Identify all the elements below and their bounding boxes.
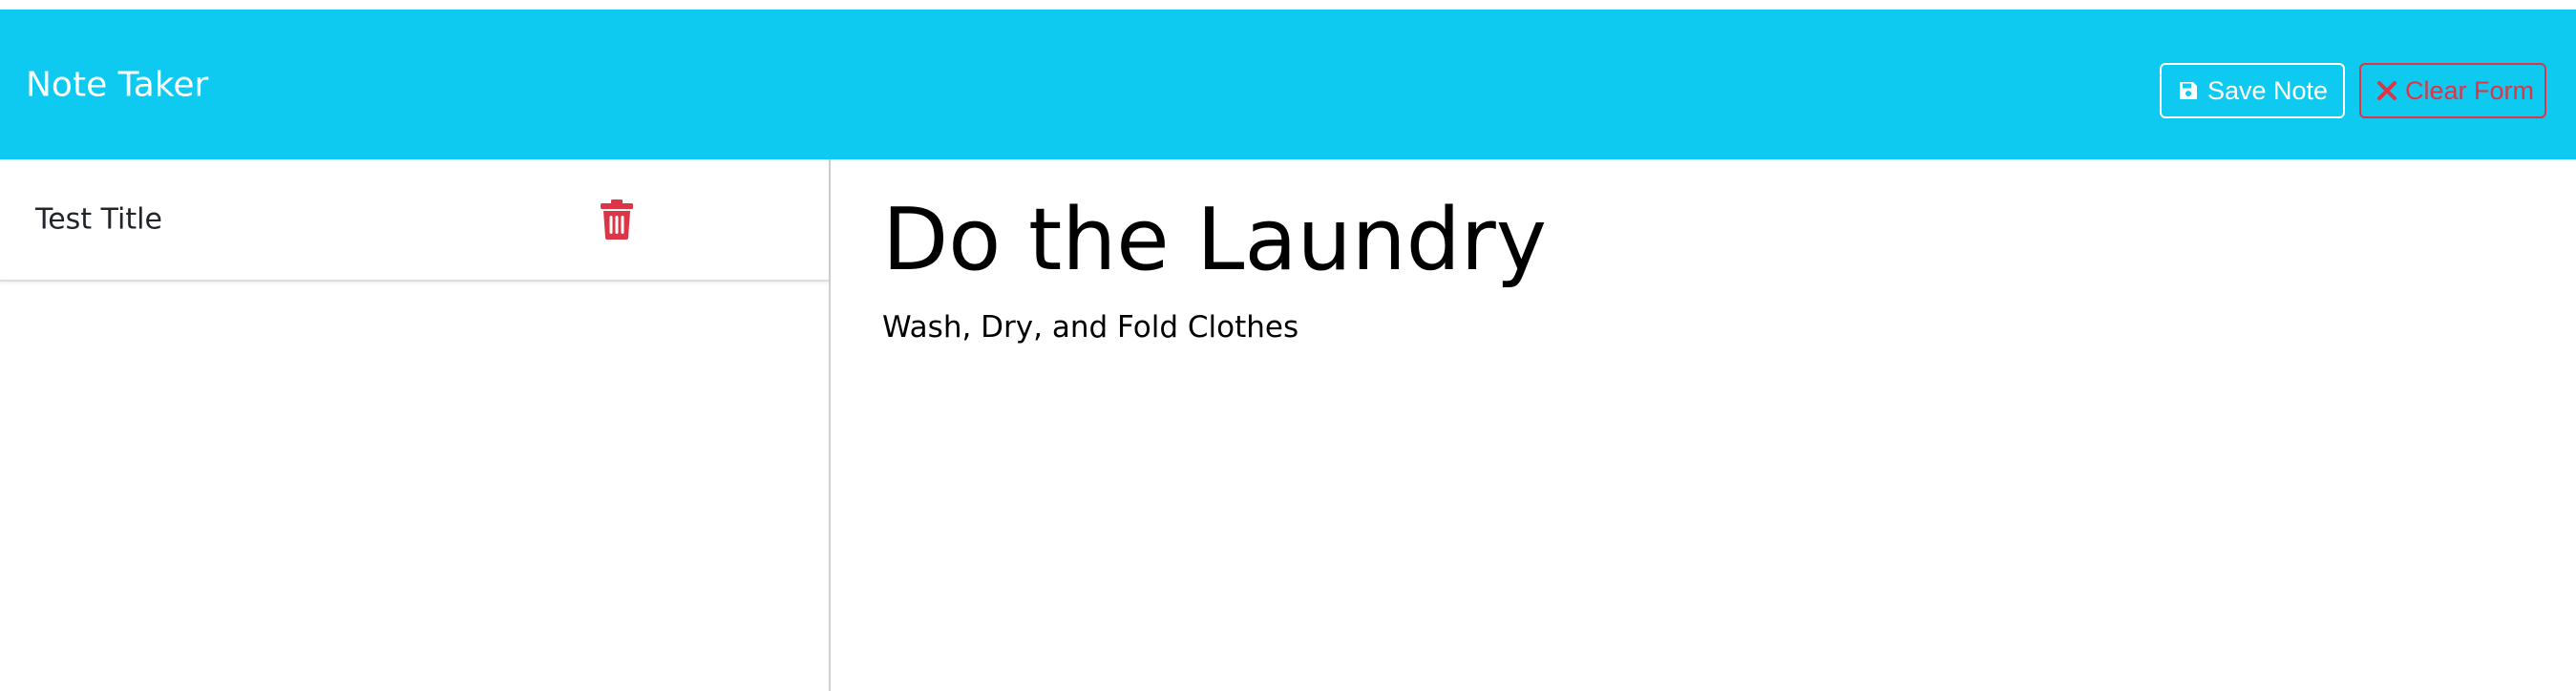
save-note-label: Save Note	[2207, 75, 2329, 105]
note-text-area[interactable]: Wash, Dry, and Fold Clothes	[882, 310, 2505, 654]
clear-form-label: Clear Form	[2405, 75, 2535, 105]
brand-title[interactable]: Note Taker	[26, 65, 208, 104]
note-list: Test Title	[0, 159, 831, 691]
note-editor: Wash, Dry, and Fold Clothes	[833, 159, 2576, 691]
x-mark-icon	[2376, 80, 2397, 101]
note-list-item-title[interactable]: Test Title	[35, 203, 162, 237]
note-list-item[interactable]: Test Title	[0, 159, 829, 282]
floppy-disk-icon	[2177, 79, 2200, 102]
navbar: Note Taker Save Note Clear Form	[0, 10, 2576, 159]
save-note-button[interactable]: Save Note	[2160, 63, 2345, 118]
note-title-input[interactable]	[882, 186, 2505, 293]
clear-form-button[interactable]: Clear Form	[2359, 63, 2546, 118]
trash-icon[interactable]	[600, 199, 634, 240]
app: Note Taker Save Note Clear Form Test Tit	[0, 0, 2576, 691]
